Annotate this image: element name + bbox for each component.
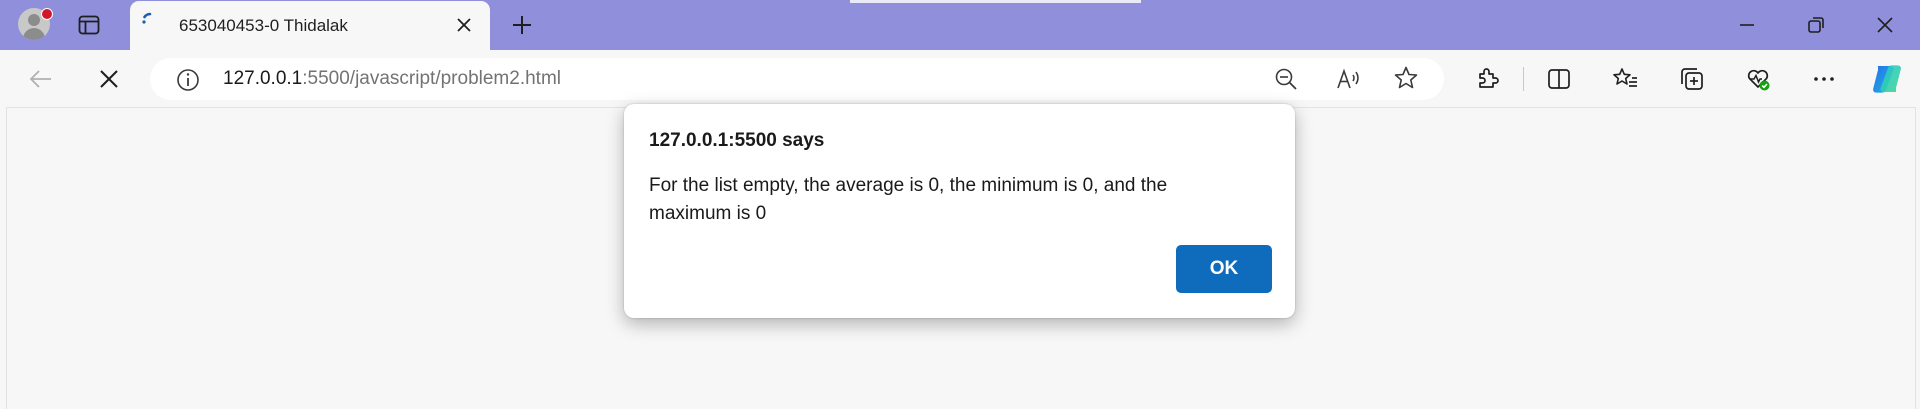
url-text[interactable]: 127.0.0.1:5500/javascript/problem2.html [223,68,561,90]
zoom-out-icon[interactable] [1273,66,1299,92]
close-tab-icon[interactable] [455,16,473,34]
dialog-message: For the list empty, the average is 0, th… [649,175,1168,224]
ok-button[interactable]: OK [1176,245,1272,293]
favorites-icon[interactable] [1613,66,1639,92]
url-path: :5500/javascript/problem2.html [302,68,561,89]
stop-loading-icon[interactable] [98,68,120,90]
new-tab-icon[interactable] [510,13,534,37]
extensions-icon[interactable] [1475,65,1501,91]
site-info-icon[interactable] [175,67,201,93]
back-arrow-icon[interactable] [28,67,54,91]
collections-icon[interactable] [1679,66,1705,92]
active-tab[interactable]: 653040453-0 Thidalak [130,1,490,50]
close-window-icon[interactable] [1874,14,1896,36]
toolbar-separator [1523,67,1524,91]
more-menu-icon[interactable] [1811,66,1837,92]
profile-notification-dot [41,8,53,20]
alert-dialog: 127.0.0.1:5500 says For the list empty, … [624,104,1295,318]
minimize-icon[interactable] [1736,14,1758,36]
dialog-title: 127.0.0.1:5500 says [649,130,825,151]
url-host: 127.0.0.1 [223,68,303,89]
tab-actions-icon[interactable] [77,13,101,37]
read-aloud-icon[interactable] [1335,66,1361,92]
loading-spinner-icon [142,12,152,24]
title-bar: 653040453-0 Thidalak [0,0,1920,50]
tab-title: 653040453-0 Thidalak [179,16,348,35]
copilot-icon[interactable] [1870,62,1904,96]
add-favorite-icon[interactable] [1393,65,1419,91]
restore-icon[interactable] [1805,14,1827,36]
split-screen-icon[interactable] [1546,66,1572,92]
title-bar-strip [850,0,1141,3]
browser-essentials-icon[interactable] [1745,66,1771,92]
